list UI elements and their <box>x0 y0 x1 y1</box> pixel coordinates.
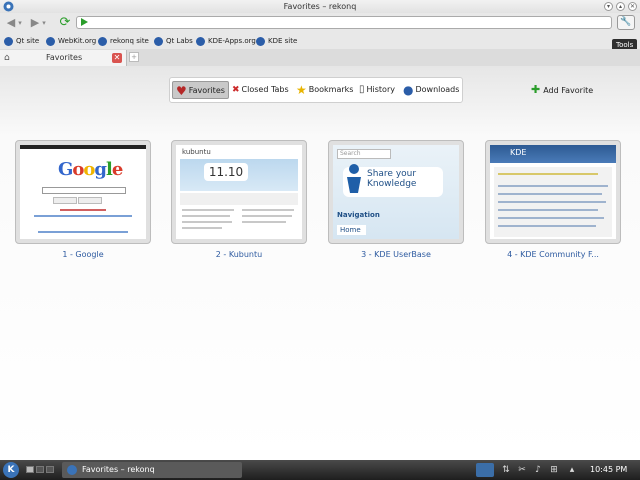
webkit-icon <box>46 36 55 46</box>
url-bar[interactable] <box>76 16 612 29</box>
tab-label: Favorites <box>46 53 83 62</box>
kubuntu-preview: kubuntu 11.10 <box>176 145 302 239</box>
menu-bookmarks[interactable]: ★ Bookmarks <box>296 81 353 99</box>
menu-downloads[interactable]: ● Downloads <box>403 81 459 99</box>
bookmark-kde-apps[interactable]: KDE-Apps.org <box>196 35 256 47</box>
forward-menu-chevron-icon[interactable]: ▾ <box>40 16 48 30</box>
menu-history[interactable]: ▯ History <box>359 81 395 99</box>
bookmark-webkit[interactable]: WebKit.org <box>46 35 96 47</box>
qt-icon <box>4 36 13 46</box>
navigation-toolbar: ◀ ▾ ▶ ▾ ⟳ <box>0 13 640 33</box>
desktop-pager-2[interactable] <box>36 466 44 473</box>
heart-icon: ♥ <box>176 83 187 98</box>
rekonq-icon <box>67 465 77 475</box>
taskbar: K Favorites – rekonq ⇅ ✂ ♪ ⊞ ▴ 10:45 PM <box>0 460 640 480</box>
thumbnail-caption[interactable]: 2 - Kubuntu <box>171 250 307 259</box>
rekonq-icon <box>98 36 107 46</box>
userbase-search: Search <box>337 149 391 159</box>
favorite-thumbnail-google[interactable]: Google <box>15 140 151 244</box>
favorite-thumbnail-kde-userbase[interactable]: Search Share your Knowledge Navigation H… <box>328 140 464 244</box>
home-icon: ⌂ <box>4 53 10 63</box>
wrench-icon: 🔧 <box>620 17 632 27</box>
url-input[interactable] <box>93 17 603 28</box>
new-tab-page: ♥ Favorites ✖ Closed Tabs ★ Bookmarks ▯ Hist… <box>0 66 640 460</box>
back-menu-chevron-icon[interactable]: ▾ <box>16 16 24 30</box>
userbase-preview: Search Share your Knowledge Navigation H… <box>333 145 459 239</box>
maximize-button[interactable]: ▴ <box>616 2 625 11</box>
kde-icon <box>256 36 265 46</box>
window-title: Favorites – rekonq <box>283 2 357 11</box>
userbase-slogan: Share your Knowledge <box>367 169 417 189</box>
network-icon[interactable]: ⊞ <box>548 463 560 477</box>
userbase-home: Home <box>337 225 366 235</box>
plus-icon: ✚ <box>531 83 541 96</box>
favorite-thumbnail-kubuntu[interactable]: kubuntu 11.10 <box>171 140 307 244</box>
google-logo: Google <box>58 159 123 180</box>
tab-bar: ⌂ Favorites ✕ + <box>0 49 640 67</box>
closed-tab-icon: ✖ <box>232 84 240 95</box>
desktop-pager-3[interactable] <box>46 466 54 473</box>
kde-menu-icon[interactable]: K <box>3 462 19 478</box>
tab-favorites[interactable]: ⌂ Favorites ✕ <box>0 50 127 66</box>
close-window-button[interactable]: ✕ <box>628 2 637 11</box>
globe-download-icon: ● <box>403 82 414 97</box>
menu-favorites[interactable]: ♥ Favorites <box>172 81 229 99</box>
new-tab-button[interactable]: + <box>129 52 139 62</box>
person-icon <box>347 164 361 193</box>
star-icon: ★ <box>296 82 307 97</box>
tools-button[interactable]: 🔧 <box>617 15 635 30</box>
bookmarks-toolbar: Qt site WebKit.org rekonq site Qt Labs K… <box>0 33 640 50</box>
tray-expand-icon[interactable]: ▴ <box>566 463 578 477</box>
rekonq-app-icon[interactable] <box>3 1 14 12</box>
klipper-icon[interactable]: ✂ <box>516 463 528 477</box>
device-notifier-icon[interactable]: ⇅ <box>500 463 512 477</box>
window-titlebar: Favorites – rekonq ▾ ▴ ✕ <box>0 0 640 13</box>
clock[interactable]: 10:45 PM <box>590 464 627 476</box>
new-tab-menu: ♥ Favorites ✖ Closed Tabs ★ Bookmarks ▯ Hist… <box>169 77 463 103</box>
go-icon <box>81 18 88 26</box>
close-tab-button[interactable]: ✕ <box>112 53 122 63</box>
favorite-thumbnail-kde-forums[interactable]: KDE <box>485 140 621 244</box>
kde-forums-preview: KDE <box>490 145 616 239</box>
bookmark-qt-site[interactable]: Qt site <box>4 35 39 47</box>
thumbnail-caption[interactable]: 3 - KDE UserBase <box>328 250 464 259</box>
menu-closed-tabs[interactable]: ✖ Closed Tabs <box>232 81 289 99</box>
kubuntu-version: 11.10 <box>204 163 248 181</box>
bookmark-rekonq-site[interactable]: rekonq site <box>98 35 149 47</box>
add-favorite-button[interactable]: ✚ Add Favorite <box>531 84 593 97</box>
userbase-navigation: Navigation <box>337 211 380 219</box>
desktop-pager-1[interactable] <box>26 466 34 473</box>
qt-icon <box>154 36 163 46</box>
bookmark-kde-site[interactable]: KDE site <box>256 35 297 47</box>
taskbar-task-rekonq[interactable]: Favorites – rekonq <box>62 462 242 478</box>
kde-forums-header: KDE <box>510 148 527 157</box>
kubuntu-logo: kubuntu <box>182 148 211 156</box>
thumbnail-caption[interactable]: 4 - KDE Community F... <box>485 250 621 259</box>
minimize-button[interactable]: ▾ <box>604 2 613 11</box>
volume-icon[interactable]: ♪ <box>532 463 544 477</box>
kde-icon <box>196 36 205 46</box>
thumbnail-caption[interactable]: 1 - Google <box>15 250 151 259</box>
reload-button[interactable]: ⟳ <box>58 16 72 30</box>
show-desktop-icon[interactable] <box>476 463 494 477</box>
history-icon: ▯ <box>359 83 365 95</box>
bookmark-qt-labs[interactable]: Qt Labs <box>154 35 193 47</box>
google-preview: Google <box>20 145 146 239</box>
